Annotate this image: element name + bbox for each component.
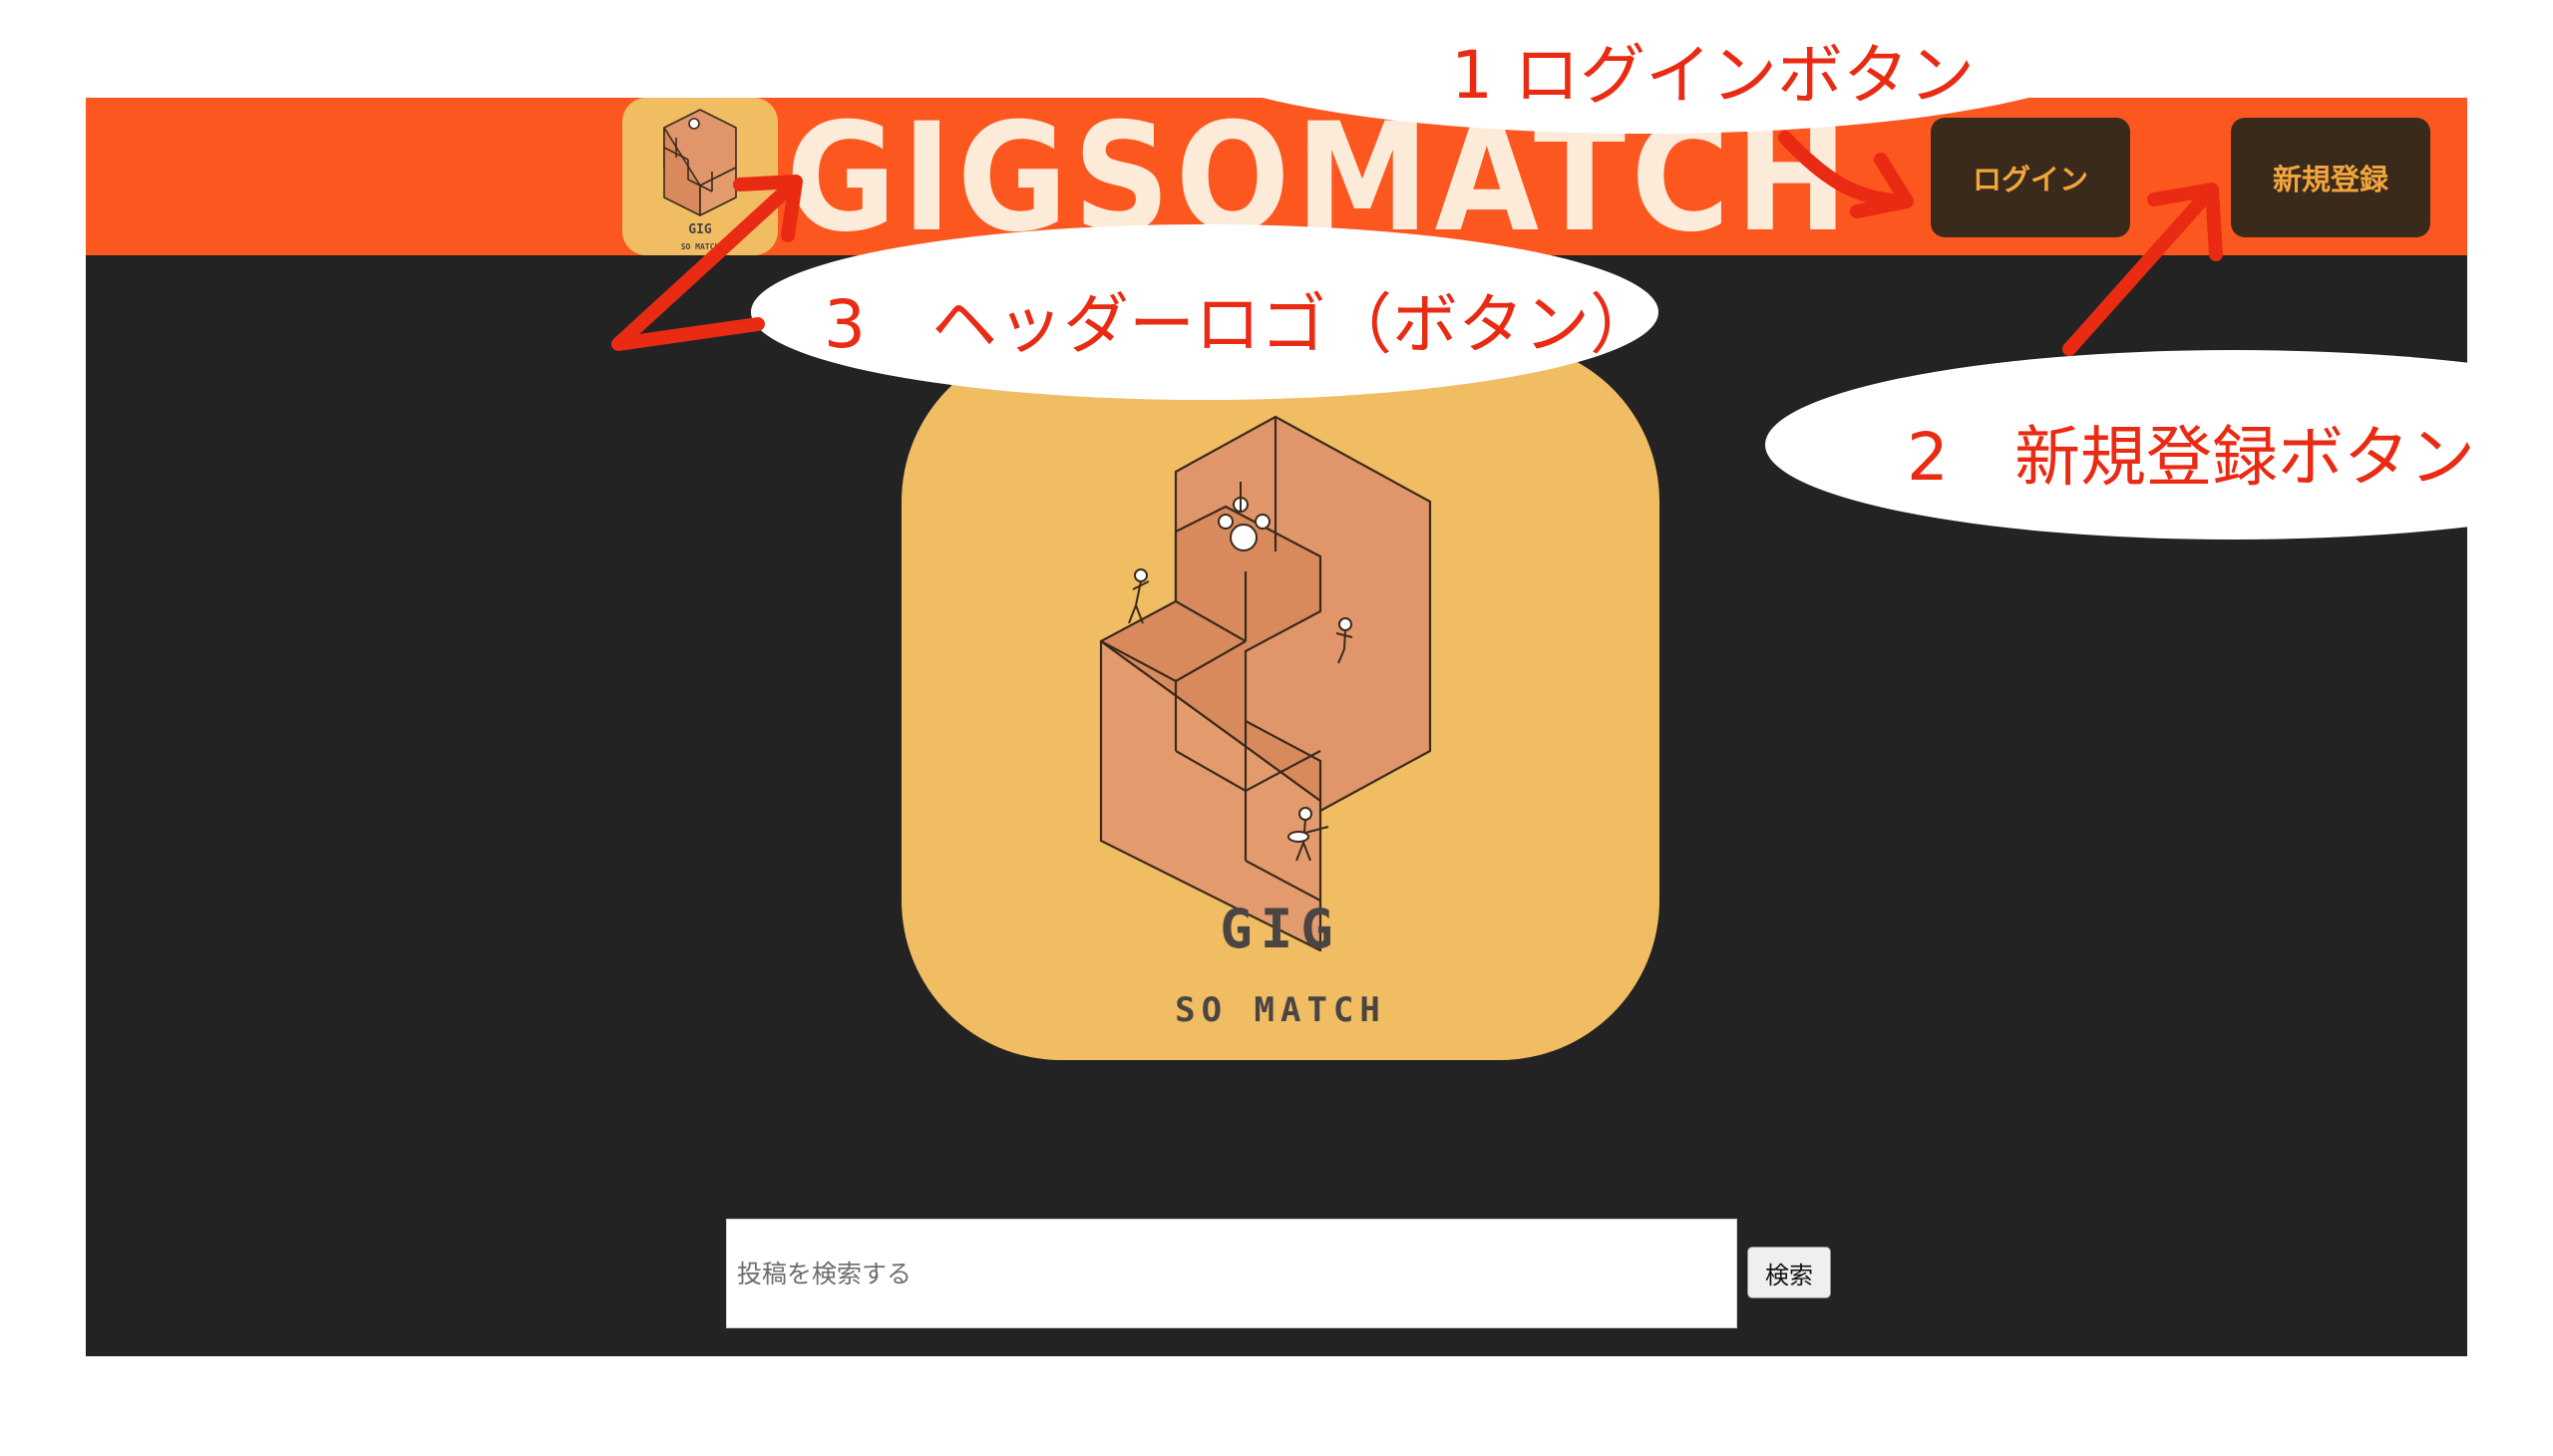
- search-button[interactable]: 検索: [1747, 1247, 1831, 1298]
- callout-header-logo: 3 ヘッダーロゴ（ボタン）: [824, 286, 1655, 363]
- logo-caption-top: GIG: [688, 222, 712, 237]
- header-logo-button[interactable]: GIG SO MATCH: [622, 98, 778, 255]
- callout-signup: 2 新規登録ボタン: [1907, 419, 2475, 496]
- login-button[interactable]: ログイン: [1931, 118, 2130, 237]
- hero-title: GIG: [1220, 898, 1341, 960]
- hero-subtitle: SO MATCH: [1175, 990, 1386, 1030]
- logo-caption-bottom: SO MATCH: [681, 242, 720, 251]
- site-header: GIG SO MATCH GIGSOMATCH ログイン 新規登録: [86, 98, 2467, 255]
- staircase-logo-icon: GIG SO MATCH: [663, 109, 737, 251]
- signup-button[interactable]: 新規登録: [2231, 118, 2430, 237]
- callout-login: 1 ログインボタン: [1451, 37, 1975, 114]
- hero-logo: GIG SO MATCH: [902, 342, 1659, 1060]
- search-input[interactable]: [726, 1219, 1737, 1328]
- site-wordmark: GIGSOMATCH: [786, 92, 1854, 265]
